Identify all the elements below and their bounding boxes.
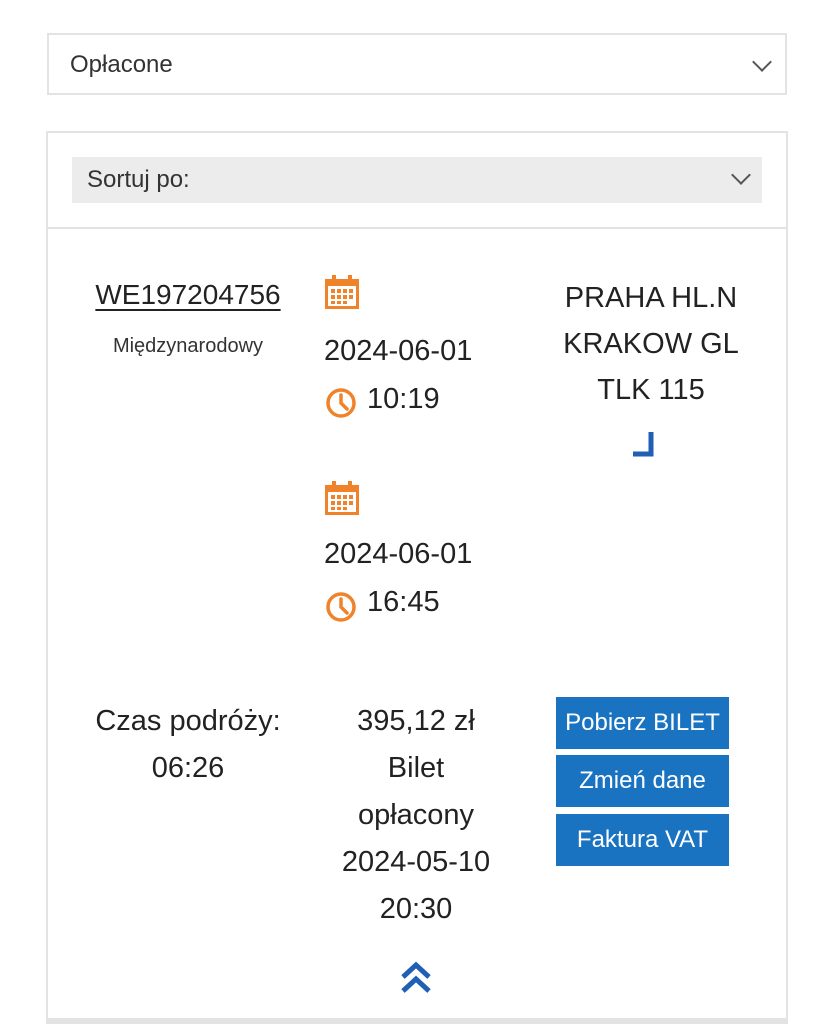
chevron-down-icon xyxy=(752,52,772,72)
ticket-price: 395,12 zł xyxy=(357,705,475,737)
arrival-time: 16:45 xyxy=(367,586,440,618)
travel-duration: Czas podróży: 06:26 xyxy=(88,698,288,792)
seat-icon xyxy=(633,432,654,457)
route-to: KRAKOW GL xyxy=(563,328,739,360)
duration-label: Czas podróży: xyxy=(95,705,281,737)
calendar-icon xyxy=(325,481,359,515)
ticket-status-line1: Bilet xyxy=(387,752,445,784)
card-bottom-border xyxy=(46,1018,788,1024)
double-chevron-up-icon[interactable] xyxy=(399,961,433,995)
change-data-button[interactable]: Zmień dane xyxy=(556,755,729,807)
paid-date: 2024-05-10 xyxy=(341,846,491,878)
departure-time: 10:19 xyxy=(367,383,440,415)
ticket-status-line2: opłacony xyxy=(357,799,475,831)
ticket-type: Międzynarodowy xyxy=(112,335,264,357)
ticket-number-link[interactable]: WE197204756 xyxy=(88,279,288,311)
divider xyxy=(48,227,786,229)
route-from: PRAHA HL.N xyxy=(564,282,738,314)
duration-value: 06:26 xyxy=(151,752,225,784)
sort-label: Sortuj po: xyxy=(87,166,190,193)
status-filter-select[interactable]: Opłacone xyxy=(47,33,787,95)
arrival-date: 2024-06-01 xyxy=(324,538,473,570)
train-number: TLK 115 xyxy=(597,374,705,406)
chevron-down-icon xyxy=(731,165,751,185)
departure-date: 2024-06-01 xyxy=(324,335,473,367)
price-block: 395,12 zł Bilet opłacony 2024-05-10 20:3… xyxy=(316,698,516,933)
calendar-icon xyxy=(325,275,359,309)
clock-icon xyxy=(326,592,356,622)
vat-invoice-button[interactable]: Faktura VAT xyxy=(556,814,729,866)
clock-icon xyxy=(326,388,356,418)
sort-select[interactable]: Sortuj po: xyxy=(72,157,762,203)
status-filter-value: Opłacone xyxy=(70,51,173,78)
ticket-card: Sortuj po: WE197204756 Międzynarodowy 20… xyxy=(46,131,788,1024)
download-ticket-button[interactable]: Pobierz BILET xyxy=(556,697,729,749)
paid-time: 20:30 xyxy=(379,893,453,925)
